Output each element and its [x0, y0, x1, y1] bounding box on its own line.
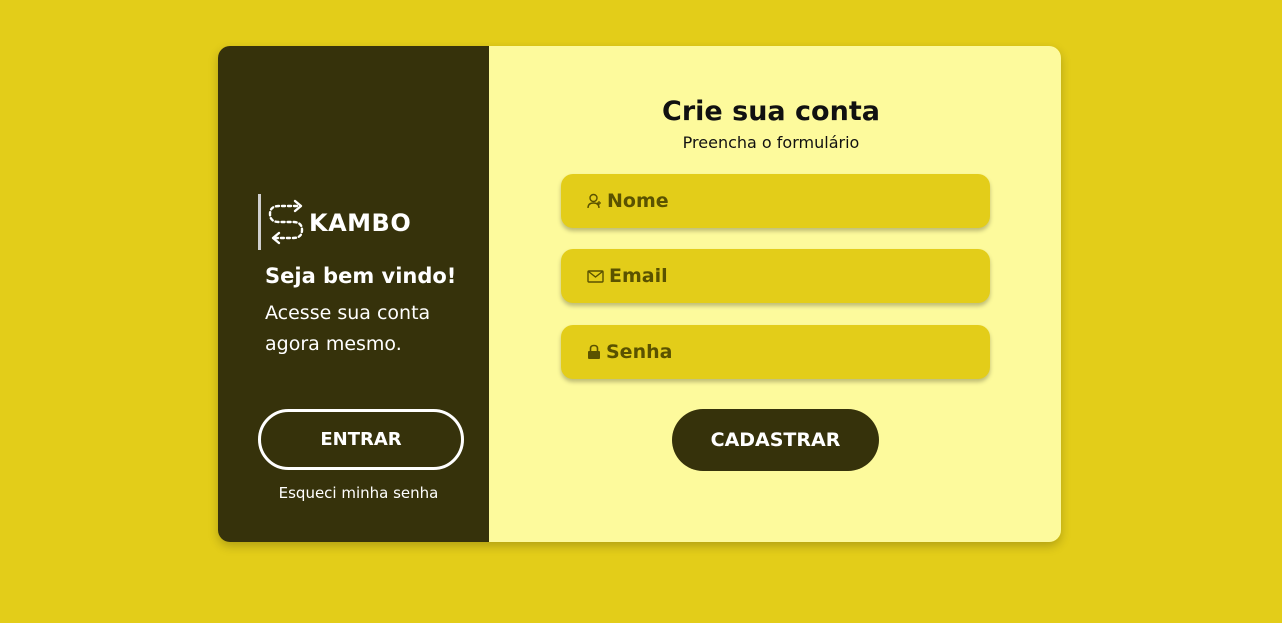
- lock-icon: [588, 344, 600, 359]
- auth-card: KAMBO Seja bem vindo! Acesse sua conta a…: [218, 46, 1061, 542]
- logo-divider: [258, 194, 261, 250]
- email-input[interactable]: [609, 265, 979, 287]
- logo-text: KAMBO: [309, 209, 412, 237]
- mail-icon: [587, 269, 604, 283]
- password-field[interactable]: [561, 325, 990, 379]
- form-subtitle: Preencha o formulário: [682, 133, 860, 152]
- email-field[interactable]: [561, 249, 990, 303]
- form-title: Crie sua conta: [662, 96, 880, 127]
- brand-logo: KAMBO: [258, 194, 411, 250]
- forgot-password-link[interactable]: Esqueci minha senha: [218, 484, 499, 502]
- s-arrows-logo-icon: [268, 199, 304, 245]
- signup-panel: Crie sua conta Preencha o formulário Nom…: [489, 46, 1061, 542]
- name-field[interactable]: [561, 174, 990, 228]
- welcome-panel: KAMBO Seja bem vindo! Acesse sua conta a…: [218, 46, 489, 542]
- signup-button[interactable]: CADASTRAR: [672, 409, 879, 471]
- enter-button[interactable]: ENTRAR: [258, 409, 464, 470]
- welcome-title: Seja bem vindo!: [265, 264, 457, 288]
- password-input[interactable]: [606, 341, 976, 363]
- welcome-subtitle: Acesse sua conta agora mesmo.: [265, 302, 431, 355]
- name-input[interactable]: [607, 190, 977, 212]
- user-icon: [587, 193, 601, 209]
